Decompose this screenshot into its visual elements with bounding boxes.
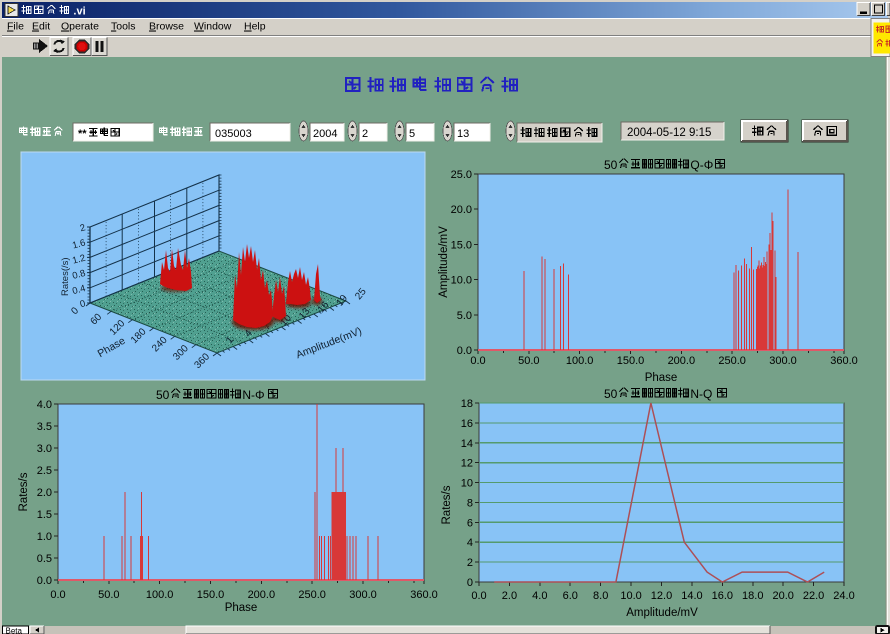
svg-text:24.0: 24.0 [833, 590, 854, 602]
svg-text:10.0: 10.0 [451, 275, 472, 287]
svg-text:0.5: 0.5 [37, 553, 52, 565]
svg-text:1.5: 1.5 [37, 509, 52, 521]
svg-text:0.0: 0.0 [471, 590, 486, 602]
svg-text:2.0: 2.0 [502, 590, 517, 602]
svg-text:16.0: 16.0 [712, 590, 733, 602]
svg-text:13: 13 [457, 128, 469, 140]
svg-text:Amplitude/mV: Amplitude/mV [438, 226, 450, 298]
svg-text:Beta: Beta [6, 627, 23, 634]
svg-text:2004-05-12 9:15: 2004-05-12 9:15 [627, 127, 711, 139]
svg-text:3.5: 3.5 [37, 421, 52, 433]
svg-text:035003: 035003 [215, 128, 252, 140]
svg-text:6.0: 6.0 [563, 590, 578, 602]
svg-text:300.0: 300.0 [349, 589, 377, 601]
svg-text:0.0: 0.0 [457, 345, 472, 357]
svg-text:22.0: 22.0 [803, 590, 824, 602]
svg-text:25.0: 25.0 [451, 169, 472, 181]
svg-text:1.0: 1.0 [37, 531, 52, 543]
svg-text:Q-Φ: Q-Φ [690, 158, 713, 172]
svg-text:150.0: 150.0 [617, 355, 645, 367]
svg-text:Window: Window [194, 21, 232, 33]
svg-text:File: File [7, 21, 24, 33]
svg-text:12: 12 [461, 458, 473, 470]
svg-text:50.0: 50.0 [98, 589, 119, 601]
svg-text:2.0: 2.0 [37, 487, 52, 499]
svg-text:200.0: 200.0 [668, 355, 696, 367]
svg-text:5: 5 [409, 128, 415, 140]
svg-text:15.0: 15.0 [451, 239, 472, 251]
svg-text:4.0: 4.0 [532, 590, 547, 602]
svg-text:3.0: 3.0 [37, 443, 52, 455]
svg-text:0.0: 0.0 [50, 589, 65, 601]
svg-text:N-Q: N-Q [690, 387, 712, 401]
svg-text:5.0: 5.0 [457, 310, 472, 322]
svg-text:12.0: 12.0 [651, 590, 672, 602]
svg-text:0: 0 [467, 577, 473, 589]
svg-text:Rates/s: Rates/s [441, 485, 453, 524]
svg-text:Rates(/s): Rates(/s) [60, 257, 71, 296]
svg-text:10.0: 10.0 [620, 590, 641, 602]
svg-text:20.0: 20.0 [772, 590, 793, 602]
svg-text:0.0: 0.0 [37, 575, 52, 587]
svg-text:Help: Help [244, 21, 266, 33]
svg-text:100.0: 100.0 [146, 589, 174, 601]
svg-text:18.0: 18.0 [742, 590, 763, 602]
svg-text:360.0: 360.0 [410, 589, 438, 601]
svg-text:50: 50 [604, 387, 618, 401]
svg-text:.vi: .vi [73, 6, 85, 18]
svg-text:Operate: Operate [61, 21, 99, 33]
svg-text:20.0: 20.0 [451, 204, 472, 216]
svg-text:Browse: Browse [149, 21, 184, 33]
svg-text:4.0: 4.0 [37, 399, 52, 411]
svg-text:6: 6 [467, 517, 473, 529]
svg-text:8: 8 [467, 497, 473, 509]
svg-text:N-Φ: N-Φ [242, 388, 264, 402]
svg-text:2004: 2004 [313, 128, 337, 140]
svg-text:Tools: Tools [111, 21, 136, 33]
svg-text:250.0: 250.0 [718, 355, 746, 367]
svg-text:2: 2 [362, 128, 368, 140]
svg-text:50.0: 50.0 [518, 355, 539, 367]
svg-text:Rates/s: Rates/s [18, 472, 30, 511]
svg-text:150.0: 150.0 [197, 589, 225, 601]
svg-text:200.0: 200.0 [248, 589, 276, 601]
svg-text:50: 50 [604, 158, 618, 172]
svg-text:Edit: Edit [32, 21, 50, 33]
svg-text:2: 2 [467, 557, 473, 569]
svg-text:14: 14 [461, 438, 473, 450]
svg-text:16: 16 [461, 418, 473, 430]
svg-text:8.0: 8.0 [593, 590, 608, 602]
svg-text:Phase: Phase [645, 372, 678, 384]
svg-text:4: 4 [467, 537, 473, 549]
svg-text:300.0: 300.0 [769, 355, 797, 367]
svg-text:2.5: 2.5 [37, 465, 52, 477]
svg-text:50: 50 [156, 388, 170, 402]
svg-text:250.0: 250.0 [298, 589, 326, 601]
svg-text:14.0: 14.0 [681, 590, 702, 602]
svg-text:360.0: 360.0 [830, 355, 858, 367]
svg-text:0.0: 0.0 [470, 355, 485, 367]
svg-text:Phase: Phase [225, 602, 258, 614]
svg-text:10: 10 [461, 478, 473, 490]
svg-text:Amplitude/mV: Amplitude/mV [626, 607, 698, 619]
svg-text:**: ** [78, 128, 87, 140]
svg-text:100.0: 100.0 [566, 355, 594, 367]
svg-text:18: 18 [461, 398, 473, 410]
